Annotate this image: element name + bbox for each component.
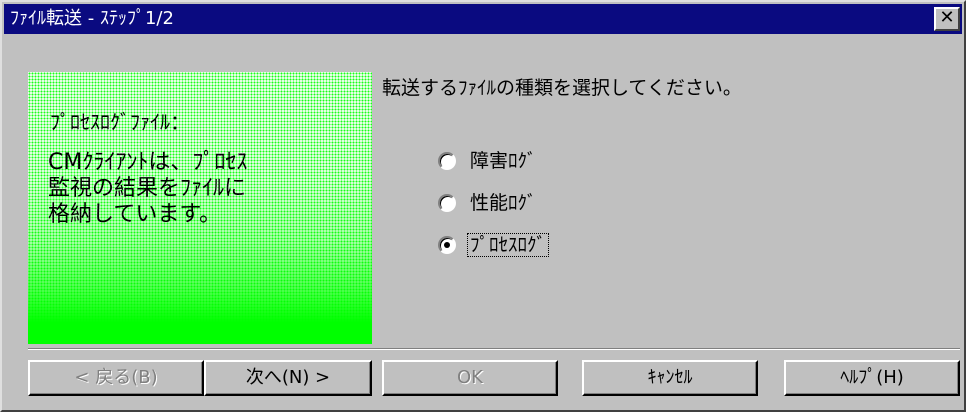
radio-option-performance-log[interactable]: 性能ﾛｸﾞ: [438, 190, 539, 216]
radio-label: ﾌﾟﾛｾｽﾛｸﾞ: [466, 233, 550, 257]
radio-option-error-log[interactable]: 障害ﾛｸﾞ: [438, 148, 539, 174]
separator: [28, 348, 960, 350]
window-title: ﾌｧｲﾙ転送 - ｽﾃｯﾌﾟ1/2: [10, 8, 174, 29]
next-button[interactable]: 次へ(N) >: [204, 360, 372, 396]
side-panel-line: CMｸﾗｲｱﾝﾄは、ﾌﾟﾛｾｽ: [48, 150, 248, 175]
radio-label: 性能ﾛｸﾞ: [470, 192, 537, 214]
radio-option-process-log[interactable]: ﾌﾟﾛｾｽﾛｸﾞ: [438, 232, 550, 258]
info-side-panel: ﾌﾟﾛｾｽﾛｸﾞﾌｧｲﾙ： CMｸﾗｲｱﾝﾄは、ﾌﾟﾛｾｽ 監視の結果をﾌｧｲﾙ…: [28, 72, 372, 344]
side-panel-line: 格納しています。: [48, 202, 222, 227]
back-button[interactable]: < 戻る(B): [28, 360, 204, 396]
side-panel-line: 監視の結果をﾌｧｲﾙに: [48, 176, 247, 201]
radio-button-selected[interactable]: [438, 236, 456, 254]
file-transfer-dialog: ﾌｧｲﾙ転送 - ｽﾃｯﾌﾟ1/2 ✕ ﾌﾟﾛｾｽﾛｸﾞﾌｧｲﾙ： CMｸﾗｲｱ…: [0, 0, 966, 412]
side-panel-description: CMｸﾗｲｱﾝﾄは、ﾌﾟﾛｾｽ 監視の結果をﾌｧｲﾙに 格納しています。: [48, 150, 368, 228]
radio-label: 障害ﾛｸﾞ: [470, 150, 537, 172]
cancel-button[interactable]: ｷｬﾝｾﾙ: [582, 360, 758, 396]
side-panel-heading: ﾌﾟﾛｾｽﾛｸﾞﾌｧｲﾙ：: [50, 110, 190, 134]
help-button[interactable]: ﾍﾙﾌﾟ(H): [784, 360, 960, 396]
radio-button[interactable]: [438, 152, 456, 170]
close-icon[interactable]: ✕: [934, 7, 960, 31]
title-bar[interactable]: ﾌｧｲﾙ転送 - ｽﾃｯﾌﾟ1/2 ✕: [4, 4, 962, 34]
ok-button[interactable]: OK: [382, 360, 558, 396]
radio-selected-dot: [444, 242, 450, 248]
radio-button[interactable]: [438, 194, 456, 212]
instruction-text: 転送するﾌｧｲﾙの種類を選択してください。: [382, 77, 742, 99]
